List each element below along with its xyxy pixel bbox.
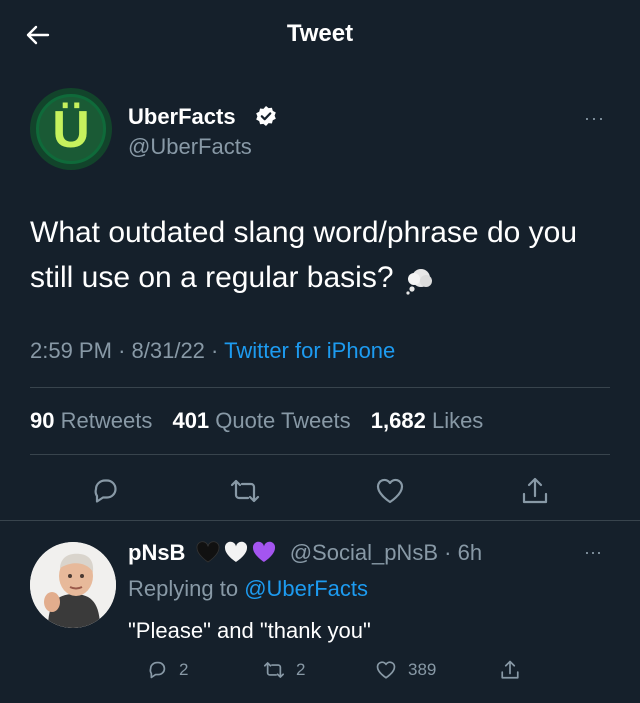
- more-options-icon[interactable]: ···: [584, 108, 605, 129]
- tweet-date: 8/31/22: [131, 338, 205, 363]
- likes-stat[interactable]: 1,682 Likes: [371, 408, 484, 433]
- verified-badge-icon: [255, 105, 277, 127]
- reply-retweet-button[interactable]: 2: [262, 658, 305, 682]
- tweet-body: What outdated slang word/phrase do you s…: [30, 216, 578, 294]
- avatar-logo: Ü: [52, 101, 90, 159]
- reply-text: "Please" and "thank you": [128, 618, 371, 643]
- reply-age: 6h: [457, 540, 483, 565]
- reply-author-name[interactable]: pNsB: [128, 540, 185, 565]
- like-count: 389: [408, 660, 437, 679]
- page-title: Tweet: [286, 20, 354, 47]
- retweet-icon: [263, 662, 285, 678]
- replying-to: Replying to @UberFacts: [128, 576, 369, 601]
- share-icon: [501, 660, 519, 679]
- reply-author-handle[interactable]: @Social_pNsB: [290, 540, 438, 565]
- author-name[interactable]: UberFacts: [128, 104, 236, 130]
- tweet-time: 2:59 PM: [30, 338, 112, 363]
- divider: [30, 454, 610, 455]
- divider: [0, 520, 640, 521]
- tweet-source-link[interactable]: Twitter for iPhone: [224, 338, 395, 363]
- retweet-icon[interactable]: [228, 474, 262, 508]
- header: Tweet: [0, 0, 640, 70]
- like-icon: [376, 661, 396, 679]
- tweet-text: What outdated slang word/phrase do you s…: [30, 210, 620, 300]
- tweet-meta: 2:59 PM · 8/31/22 · Twitter for iPhone: [30, 338, 396, 363]
- black-heart-icon: [196, 541, 220, 563]
- reply-header: pNsB @Social_pNsB · 6h: [128, 540, 483, 565]
- like-icon[interactable]: [373, 474, 407, 508]
- author-handle[interactable]: @UberFacts: [128, 134, 252, 160]
- reply-like-button[interactable]: 389: [374, 658, 436, 682]
- reply-author-avatar[interactable]: [30, 542, 116, 628]
- reply-more-options-icon[interactable]: ···: [584, 542, 602, 563]
- purple-heart-icon: [252, 541, 276, 563]
- tweet-stats: 90 Retweets 401 Quote Tweets 1,682 Likes: [30, 408, 483, 434]
- replying-to-handle-link[interactable]: @UberFacts: [244, 576, 368, 601]
- share-icon[interactable]: [518, 474, 552, 508]
- reply-reply-button[interactable]: 2: [145, 658, 188, 682]
- author-avatar[interactable]: Ü: [30, 88, 112, 170]
- reply-icon[interactable]: [88, 474, 122, 508]
- divider: [30, 387, 610, 388]
- retweet-count: 2: [296, 660, 306, 679]
- white-heart-icon: [224, 541, 248, 563]
- thought-bubble-icon: [404, 264, 434, 295]
- reply-icon: [149, 661, 166, 679]
- quote-tweets-stat[interactable]: 401 Quote Tweets: [172, 408, 350, 433]
- retweets-stat[interactable]: 90 Retweets: [30, 408, 152, 433]
- reply-share-button[interactable]: [498, 658, 522, 682]
- reply-count: 2: [179, 660, 189, 679]
